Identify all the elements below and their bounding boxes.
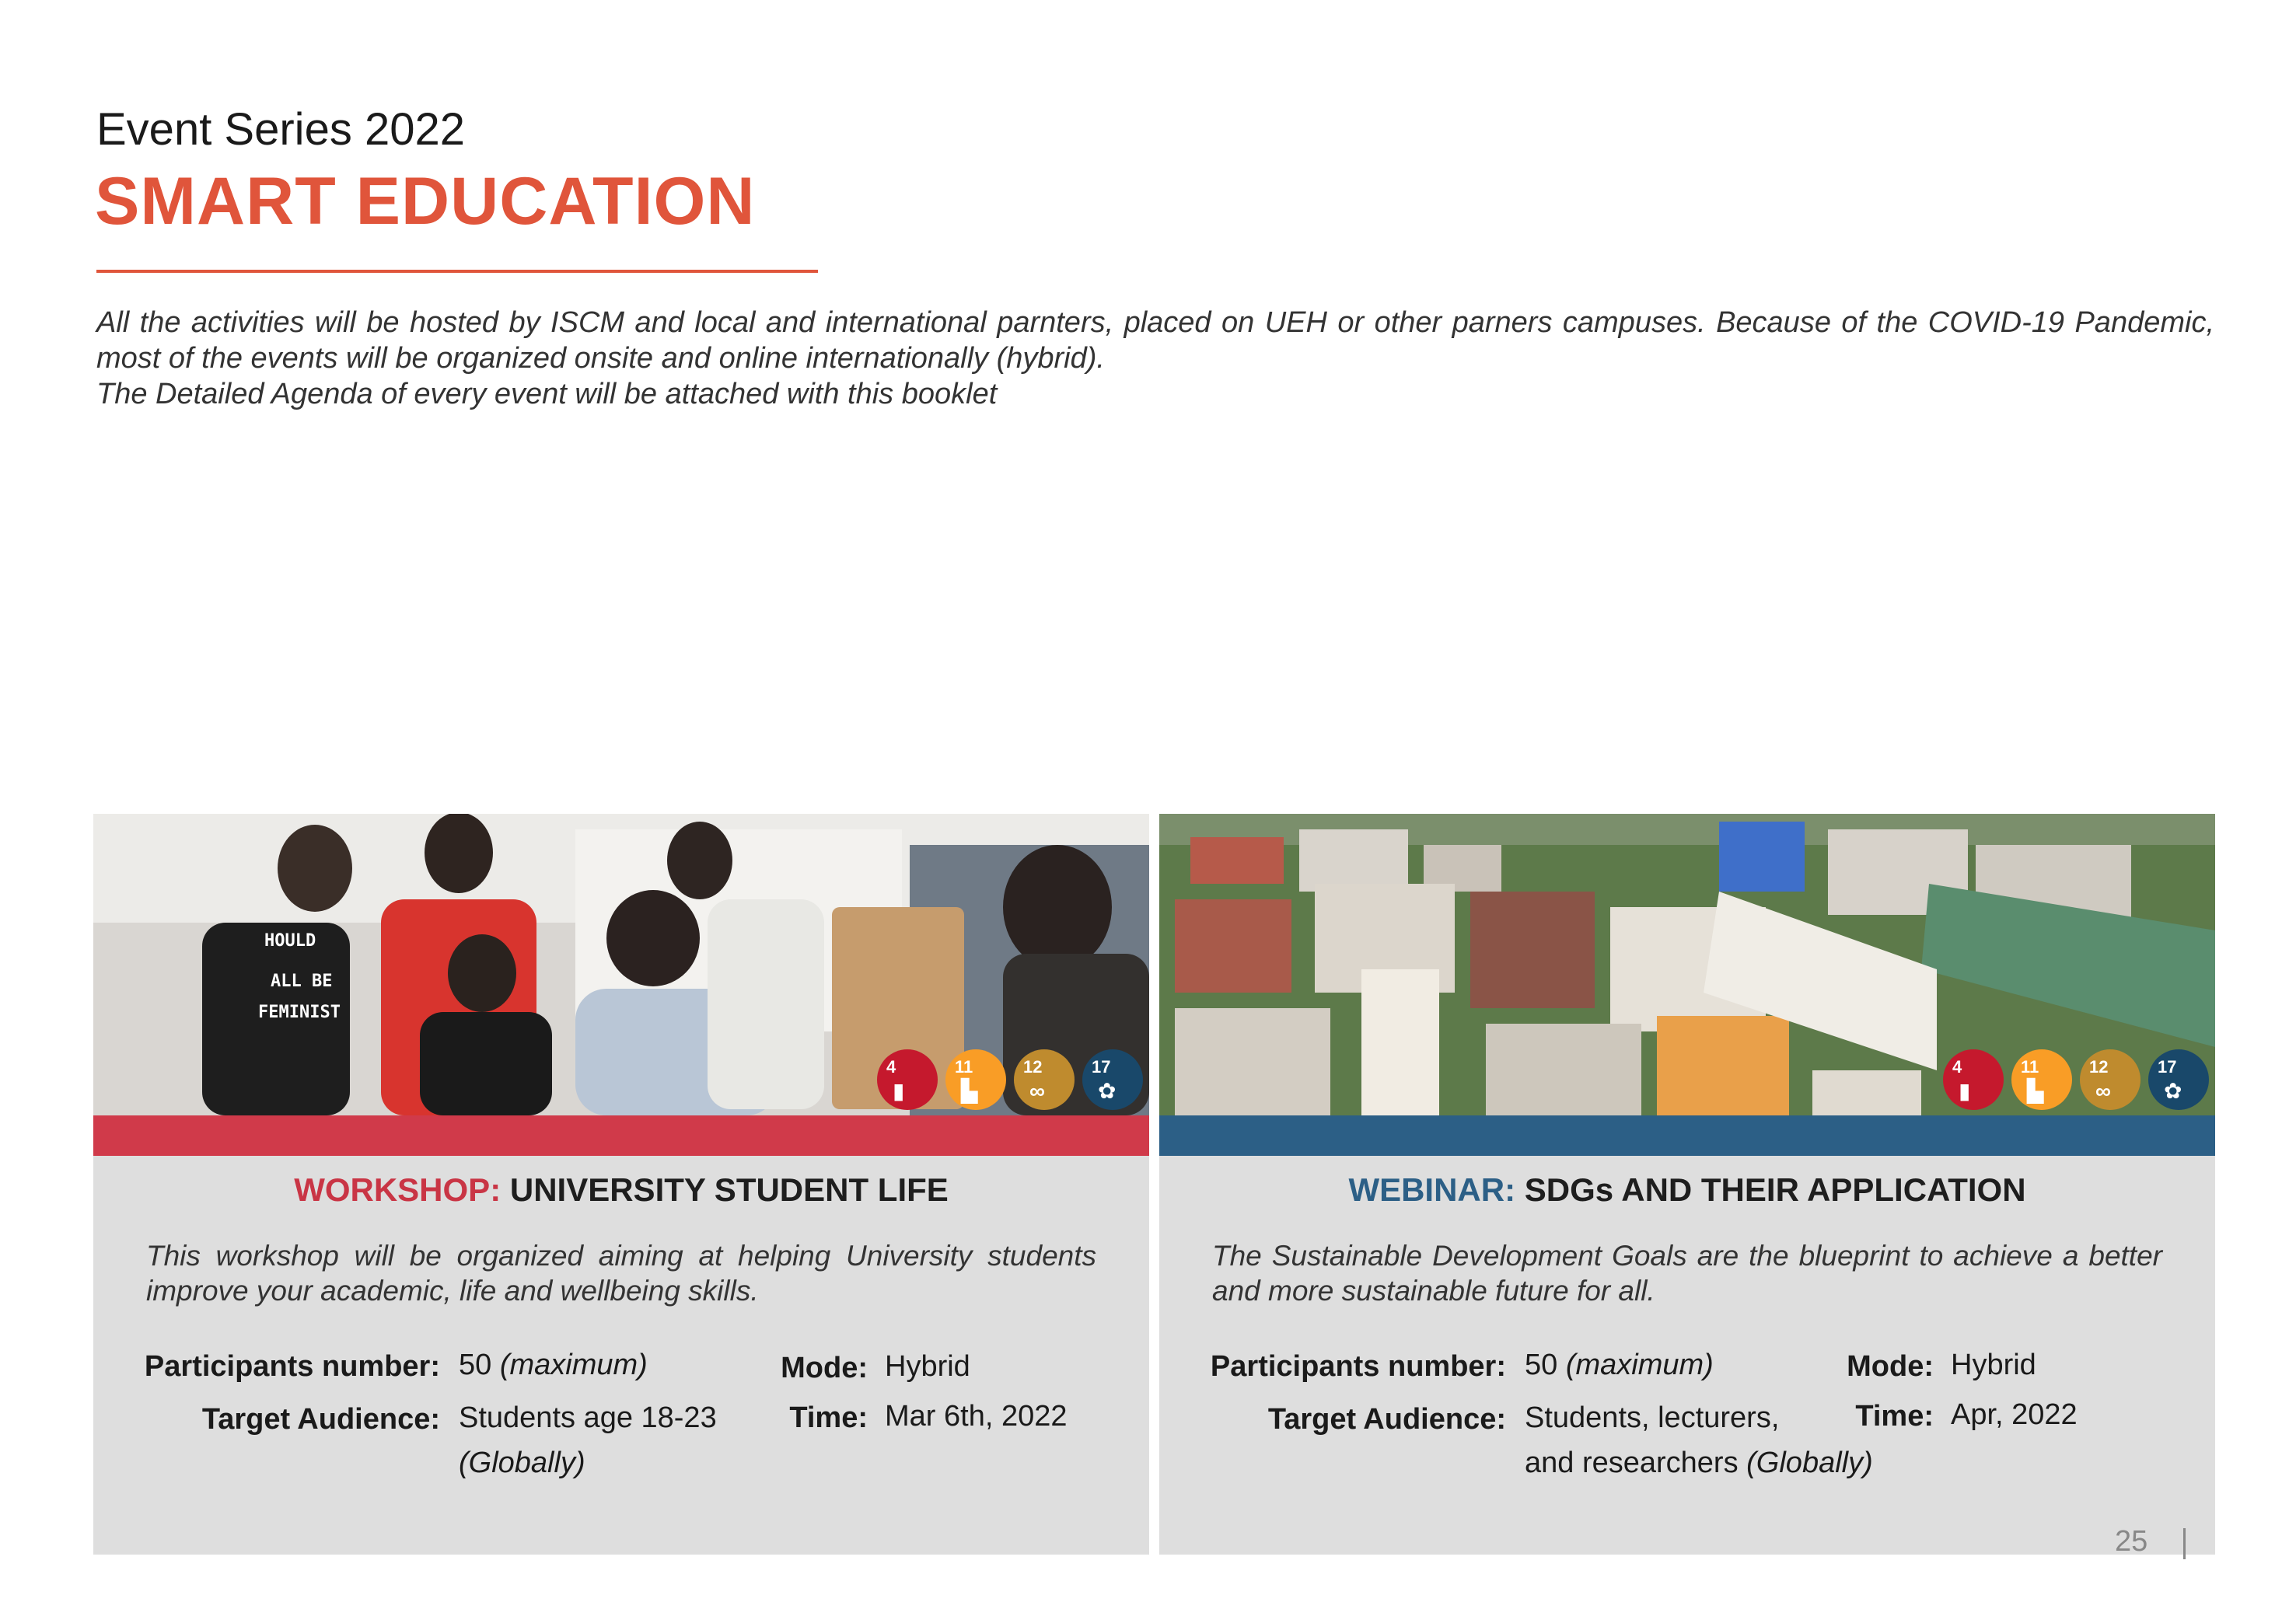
webinar-mode-label: Mode: bbox=[1847, 1350, 1934, 1383]
sdg-badges-workshop: 4 ▮ 11 ▙ 12 ∞ 17 ✿ bbox=[877, 1049, 1143, 1110]
webinar-participants-label: Participants number: bbox=[1210, 1350, 1506, 1383]
webinar-color-band bbox=[1159, 1115, 2215, 1156]
workshop-mode-value: Hybrid bbox=[885, 1350, 970, 1383]
workshop-description: This workshop will be organized aiming a… bbox=[146, 1240, 1096, 1307]
workshop-participants-value: 50 (maximum) bbox=[459, 1349, 648, 1381]
page-number-divider bbox=[2183, 1528, 2186, 1559]
sdg-17-badge: 17 ✿ bbox=[1082, 1049, 1143, 1110]
webinar-audience-value: Students, lecturers, and researchers (Gl… bbox=[1525, 1401, 1873, 1479]
webinar-time-value: Apr, 2022 bbox=[1951, 1398, 2078, 1431]
page-title: SMART EDUCATION bbox=[95, 164, 756, 239]
webinar-kind-label: WEBINAR: bbox=[1348, 1171, 1516, 1208]
svg-text:ALL BE: ALL BE bbox=[271, 972, 332, 991]
webinar-participants-value: 50 (maximum) bbox=[1525, 1349, 1714, 1381]
sdg-12-badge: 12 ∞ bbox=[1014, 1049, 1075, 1110]
sdg-badges-webinar: 4 ▮ 11 ▙ 12 ∞ 17 ✿ bbox=[1943, 1049, 2209, 1110]
svg-text:HOULD: HOULD bbox=[264, 931, 316, 951]
workshop-audience-value: Students age 18-23 (Globally) bbox=[459, 1401, 717, 1479]
infinity-icon: ∞ bbox=[2095, 1079, 2111, 1103]
series-heading: Event Series 2022 bbox=[96, 104, 465, 155]
sdg-11-badge: 11 ▙ bbox=[2011, 1049, 2072, 1110]
workshop-kind-label: WORKSHOP: bbox=[294, 1171, 501, 1208]
svg-text:FEMINIST: FEMINIST bbox=[258, 1003, 341, 1022]
intro-text: All the activities will be hosted by ISC… bbox=[96, 305, 2214, 412]
event-card-webinar: 4 ▮ 11 ▙ 12 ∞ 17 ✿ WEBINAR: SDGs AND THEIR A… bbox=[1159, 814, 2215, 1555]
webinar-title: WEBINAR: SDGs AND THEIR APPLICATION bbox=[1159, 1171, 2215, 1209]
workshop-participants-label: Participants number: bbox=[144, 1350, 440, 1383]
page-number: 25 bbox=[2115, 1525, 2148, 1558]
sdg-4-badge: 4 ▮ bbox=[877, 1049, 938, 1110]
intro-paragraph: All the activities will be hosted by ISC… bbox=[96, 306, 2214, 375]
webinar-time-label: Time: bbox=[1855, 1400, 1934, 1433]
sdg-4-badge: 4 ▮ bbox=[1943, 1049, 2004, 1110]
webinar-title-text: SDGs AND THEIR APPLICATION bbox=[1524, 1171, 2026, 1208]
city-icon: ▙ bbox=[2027, 1079, 2044, 1103]
workshop-time-value: Mar 6th, 2022 bbox=[885, 1400, 1068, 1433]
workshop-audience-label: Target Audience: bbox=[201, 1403, 440, 1436]
infinity-icon: ∞ bbox=[1029, 1079, 1045, 1103]
webinar-photo: 4 ▮ 11 ▙ 12 ∞ 17 ✿ bbox=[1159, 814, 2215, 1115]
sdg-17-badge: 17 ✿ bbox=[2148, 1049, 2209, 1110]
city-icon: ▙ bbox=[961, 1079, 978, 1103]
flower-icon: ✿ bbox=[2164, 1079, 2182, 1103]
workshop-title: WORKSHOP: UNIVERSITY STUDENT LIFE bbox=[93, 1171, 1149, 1209]
workshop-photo: HOULD ALL BE FEMINIST 4 ▮ 11 ▙ 12 ∞ 17 ✿ bbox=[93, 814, 1149, 1115]
sdg-12-badge: 12 ∞ bbox=[2080, 1049, 2140, 1110]
webinar-description: The Sustainable Development Goals are th… bbox=[1212, 1240, 2162, 1307]
book-icon: ▮ bbox=[1959, 1079, 1971, 1103]
sdg-11-badge: 11 ▙ bbox=[945, 1049, 1006, 1110]
workshop-color-band bbox=[93, 1115, 1149, 1156]
webinar-mode-value: Hybrid bbox=[1951, 1349, 2036, 1381]
title-underline bbox=[96, 270, 818, 273]
webinar-audience-label: Target Audience: bbox=[1267, 1403, 1506, 1436]
book-icon: ▮ bbox=[893, 1079, 905, 1103]
workshop-title-text: UNIVERSITY STUDENT LIFE bbox=[509, 1171, 949, 1208]
workshop-time-label: Time: bbox=[789, 1401, 868, 1434]
intro-agenda-note: The Detailed Agenda of every event will … bbox=[96, 378, 998, 410]
flower-icon: ✿ bbox=[1098, 1079, 1117, 1103]
event-card-workshop: HOULD ALL BE FEMINIST 4 ▮ 11 ▙ 12 ∞ 17 ✿ WOR… bbox=[93, 814, 1149, 1555]
workshop-mode-label: Mode: bbox=[781, 1352, 868, 1384]
